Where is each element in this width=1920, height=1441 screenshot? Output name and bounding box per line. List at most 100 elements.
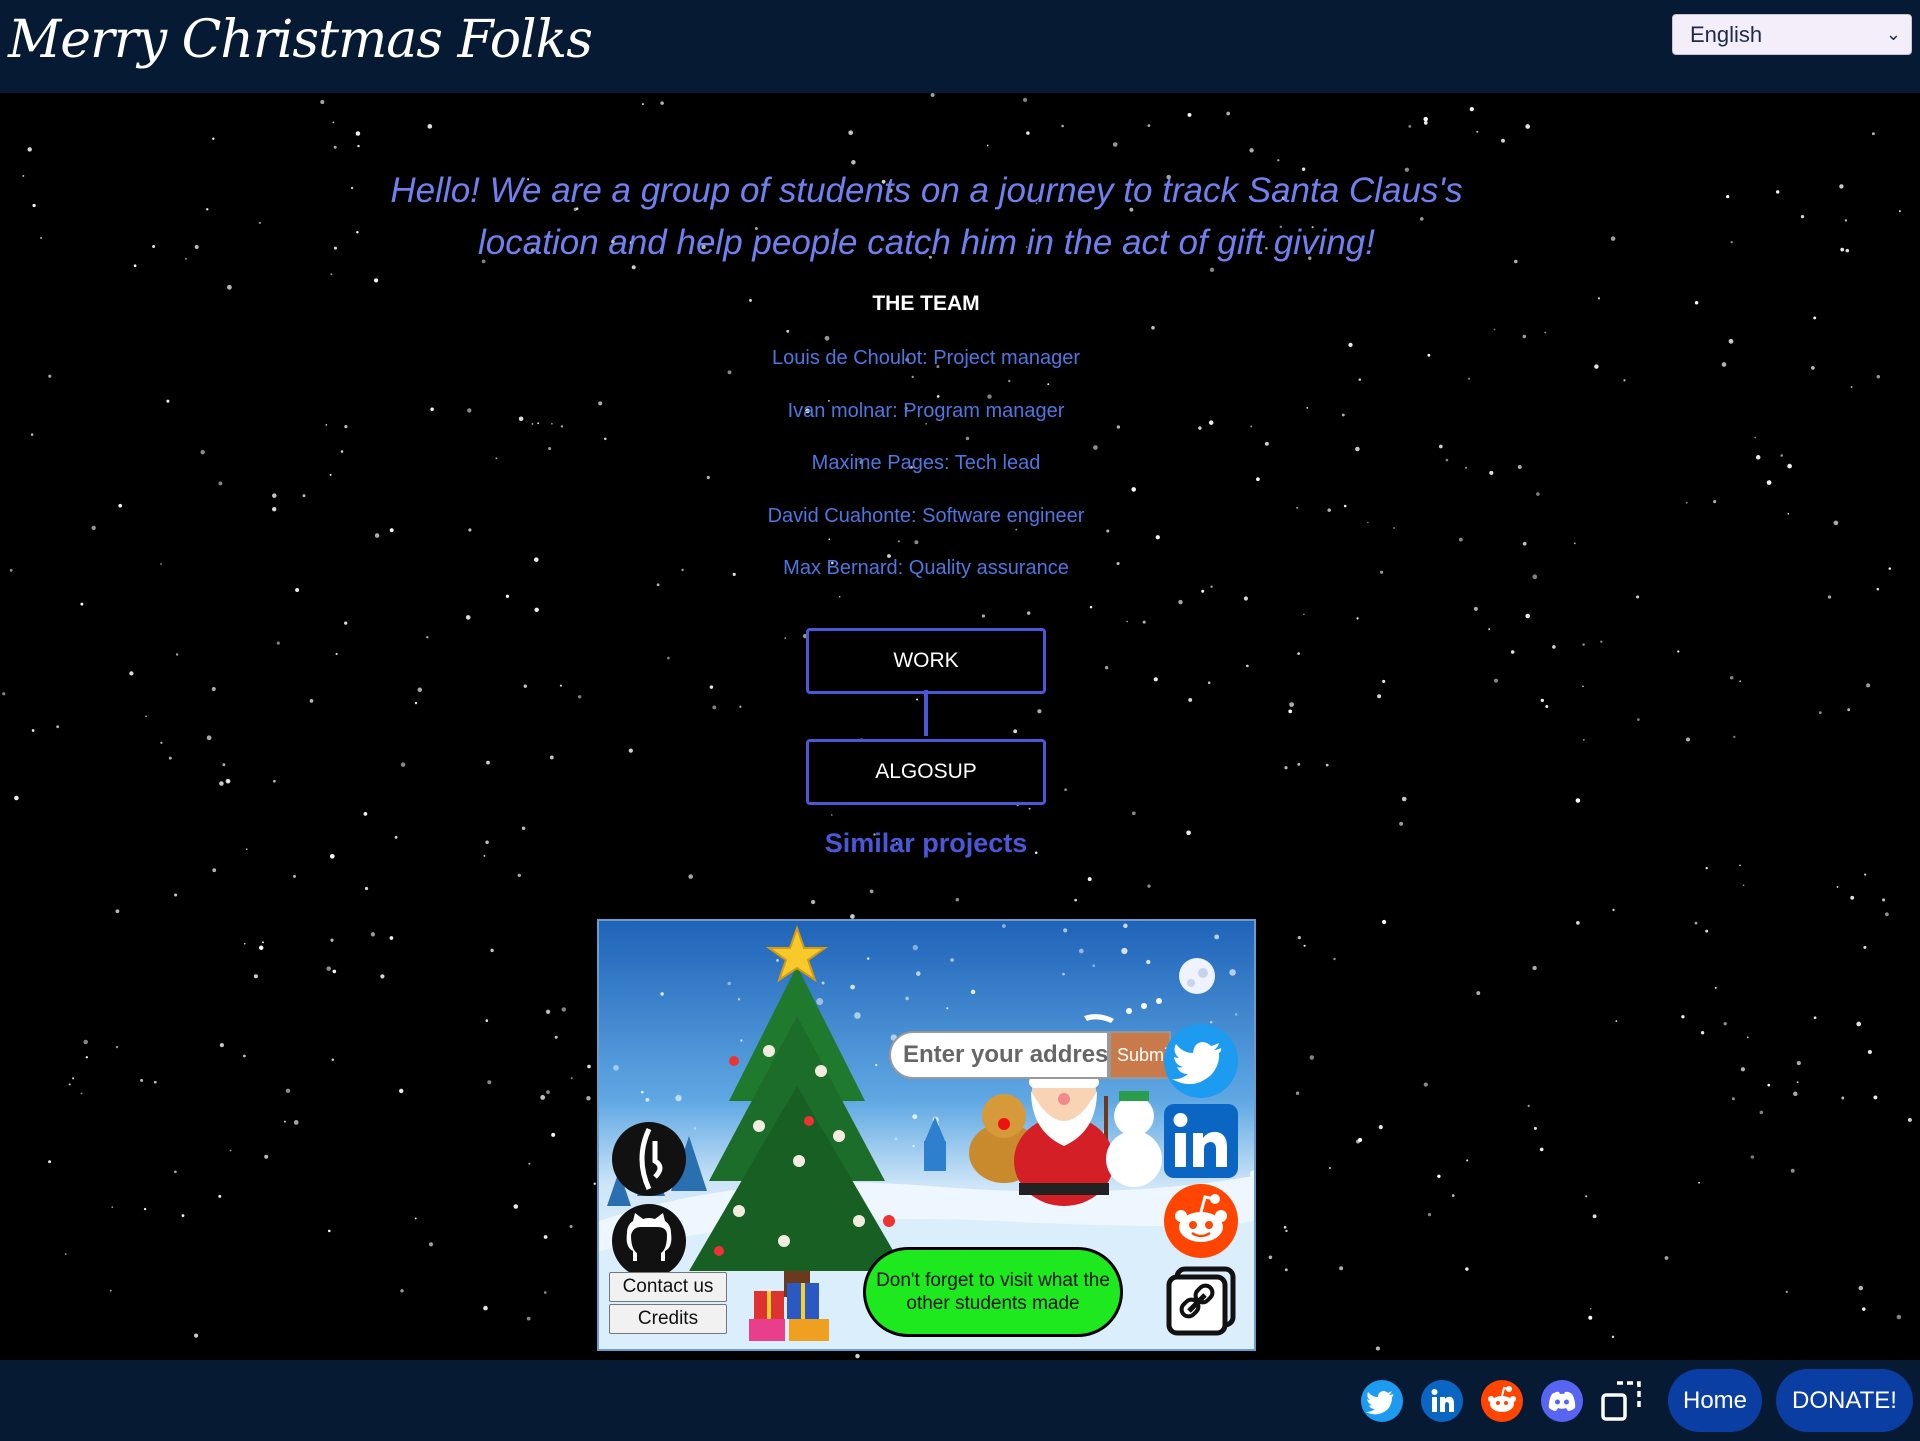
site-title[interactable]: Merry Christmas Folks: [8, 10, 593, 70]
star: [1839, 184, 1844, 189]
address-input[interactable]: Enter your address: [889, 1031, 1109, 1079]
star: [1382, 679, 1386, 683]
star: [243, 942, 246, 945]
star: [1545, 705, 1549, 708]
star: [1863, 945, 1867, 949]
star: [1356, 617, 1359, 620]
chevron-down-icon: ⌄: [1885, 24, 1901, 44]
star: [1243, 596, 1248, 601]
star: [569, 1224, 573, 1229]
star: [1226, 111, 1231, 116]
star: [786, 329, 790, 333]
star: [523, 684, 527, 688]
star: [1813, 1016, 1817, 1020]
submit-button[interactable]: Submit: [1109, 1031, 1171, 1079]
snowflake: [866, 957, 870, 960]
star: [1147, 884, 1151, 888]
visit-other-students-banner[interactable]: Don't forget to visit what the other stu…: [863, 1247, 1123, 1337]
star: [1742, 884, 1745, 887]
star: [1750, 1155, 1754, 1159]
star: [1713, 500, 1717, 504]
star: [328, 1229, 331, 1233]
star: [1297, 935, 1301, 940]
star: [1685, 501, 1688, 504]
star: [426, 636, 429, 639]
contact-us-button[interactable]: Contact us: [609, 1272, 727, 1302]
reddit-icon[interactable]: [1481, 1380, 1523, 1422]
star: [309, 699, 314, 703]
github-icon[interactable]: [611, 1203, 687, 1279]
link-icon[interactable]: [1163, 1263, 1239, 1339]
star: [1423, 121, 1428, 125]
star: [1540, 698, 1544, 703]
star: [656, 583, 660, 587]
star: [380, 974, 385, 979]
star: [1754, 436, 1757, 439]
team-heading: THE TEAM: [872, 292, 980, 315]
linkedin-icon[interactable]: [1421, 1380, 1463, 1422]
star: [540, 1095, 546, 1100]
star: [483, 1305, 488, 1311]
similar-project-preview[interactable]: Enter your address Submit Contact us Cre…: [597, 919, 1256, 1351]
star: [414, 1217, 417, 1220]
star: [1856, 1021, 1862, 1027]
star: [1116, 425, 1121, 429]
home-button[interactable]: Home: [1668, 1369, 1762, 1432]
star: [930, 93, 935, 97]
star: [1898, 210, 1901, 213]
star: [1268, 1255, 1273, 1260]
team-member: Louis de Choulot: Project manager: [772, 347, 1080, 369]
star: [273, 779, 276, 783]
star: [1864, 873, 1867, 876]
star: [1277, 159, 1280, 162]
star: [1536, 492, 1540, 496]
algosup-logo-icon[interactable]: [611, 1121, 687, 1197]
star: [1201, 589, 1205, 593]
external-window-icon[interactable]: [1600, 1380, 1642, 1422]
star: [1465, 1267, 1469, 1271]
star: [830, 814, 833, 816]
star: [1705, 866, 1708, 870]
star: [344, 621, 348, 625]
star: [332, 121, 335, 124]
reddit-icon[interactable]: [1163, 1183, 1239, 1259]
star: [335, 652, 338, 656]
star: [1153, 677, 1158, 682]
star: [326, 966, 331, 971]
star: [1818, 711, 1822, 714]
star: [293, 874, 296, 878]
star: [320, 100, 325, 104]
top-bar: Merry Christmas Folks English ⌄: [0, 0, 1920, 93]
star: [1836, 886, 1839, 888]
star: [1525, 124, 1531, 129]
similar-projects-link[interactable]: Similar projects: [0, 828, 1852, 859]
star: [1522, 334, 1527, 339]
star: [1790, 1168, 1795, 1173]
star: [227, 780, 230, 783]
star: [936, 395, 940, 398]
star: [85, 1056, 88, 1059]
linkedin-icon[interactable]: [1163, 1103, 1239, 1179]
star: [1188, 697, 1193, 702]
twitter-icon[interactable]: [1361, 1380, 1403, 1422]
work-button[interactable]: WORK: [806, 628, 1046, 694]
star: [400, 1289, 404, 1293]
credits-button[interactable]: Credits: [609, 1304, 727, 1334]
twitter-icon[interactable]: [1163, 1023, 1239, 1099]
star: [181, 1214, 185, 1217]
star: [1582, 738, 1585, 741]
star: [965, 436, 970, 441]
star: [1867, 1049, 1872, 1055]
star: [578, 695, 582, 699]
algosup-button[interactable]: ALGOSUP: [806, 739, 1046, 805]
snowflake: [854, 1012, 861, 1019]
star: [115, 909, 120, 914]
star: [1733, 735, 1736, 739]
star: [1210, 585, 1213, 588]
star: [851, 160, 856, 165]
discord-icon[interactable]: [1541, 1380, 1583, 1422]
star: [1008, 379, 1011, 383]
language-select[interactable]: English ⌄: [1672, 14, 1912, 55]
snowflake: [1092, 964, 1095, 967]
donate-button[interactable]: DONATE!: [1776, 1369, 1913, 1432]
